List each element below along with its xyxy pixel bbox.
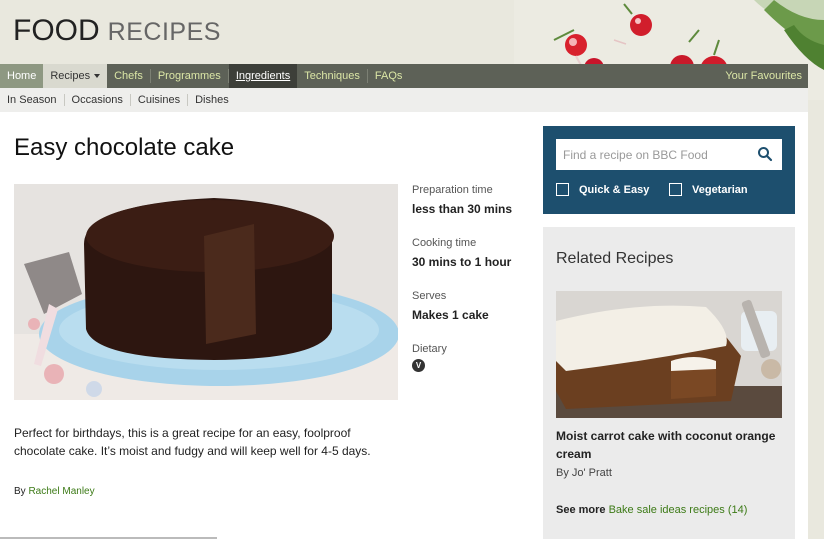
- recipe-description: Perfect for birthdays, this is a great r…: [14, 426, 371, 458]
- sub-nav: In Season Occasions Cuisines Dishes: [0, 88, 808, 112]
- related-recipe-author: By Jo' Pratt: [556, 467, 612, 479]
- nav-programmes[interactable]: Programmes: [151, 69, 229, 83]
- recipe-byline: By Rachel Manley: [14, 486, 95, 497]
- filter-vegetarian[interactable]: Vegetarian: [669, 183, 748, 196]
- byline-prefix: By: [14, 486, 26, 497]
- fact-dietary: Dietary V: [412, 343, 532, 396]
- nav-recipes[interactable]: Recipes: [43, 64, 108, 88]
- site-logo[interactable]: FOOD RECIPES: [13, 14, 221, 48]
- chevron-down-icon: [94, 74, 101, 79]
- related-recipe-title[interactable]: Moist carrot cake with coconut orange cr…: [556, 427, 782, 463]
- filter-label: Quick & Easy: [579, 183, 650, 196]
- page-title: Easy chocolate cake: [14, 134, 235, 161]
- subnav-occasions[interactable]: Occasions: [65, 94, 131, 106]
- main-content: Easy chocolate cake Preparation time les…: [0, 112, 808, 539]
- filter-label: Vegetarian: [692, 183, 748, 196]
- fact-value: Makes 1 cake: [412, 308, 489, 322]
- nav-your-favourites[interactable]: Your Favourites: [725, 70, 802, 82]
- recipe-hero-image: [14, 184, 398, 400]
- recipe-search-panel: Quick & Easy Vegetarian: [543, 126, 795, 214]
- fact-value: less than 30 mins: [412, 202, 513, 216]
- see-more-label: See more: [556, 504, 606, 516]
- fact-preparation-time: Preparation time less than 30 mins: [412, 184, 532, 237]
- related-recipes-panel: Related Recipes Moist carrot cake with c…: [543, 227, 795, 539]
- recipe-facts: Preparation time less than 30 mins Cooki…: [412, 184, 532, 396]
- nav-home[interactable]: Home: [0, 64, 44, 88]
- nav-ingredients[interactable]: Ingredients: [228, 64, 298, 88]
- subnav-in-season[interactable]: In Season: [0, 94, 65, 106]
- quick-easy-checkbox[interactable]: [556, 183, 569, 196]
- nav-chefs[interactable]: Chefs: [107, 69, 151, 83]
- subnav-dishes[interactable]: Dishes: [188, 94, 236, 106]
- see-more: See more Bake sale ideas recipes (14): [556, 504, 747, 516]
- filter-quick-easy[interactable]: Quick & Easy: [556, 183, 649, 196]
- nav-techniques[interactable]: Techniques: [297, 69, 368, 83]
- fact-cooking-time: Cooking time 30 mins to 1 hour: [412, 237, 532, 290]
- fact-label: Dietary: [412, 343, 447, 355]
- main-nav: Home Recipes Chefs Programmes Ingredient…: [0, 64, 808, 88]
- vegetarian-icon[interactable]: V: [412, 359, 425, 372]
- nav-faqs[interactable]: FAQs: [368, 69, 410, 83]
- author-link[interactable]: Rachel Manley: [28, 486, 94, 497]
- related-heading: Related Recipes: [556, 250, 674, 267]
- fact-value: 30 mins to 1 hour: [412, 255, 512, 269]
- search-icon[interactable]: [757, 146, 773, 162]
- subnav-cuisines[interactable]: Cuisines: [131, 94, 189, 106]
- logo-recipes: RECIPES: [107, 18, 221, 46]
- fact-label: Serves: [412, 290, 447, 302]
- related-recipe-image[interactable]: [556, 291, 782, 418]
- site-header: FOOD RECIPES: [0, 0, 824, 100]
- fact-label: Cooking time: [412, 237, 477, 249]
- vegetarian-checkbox[interactable]: [669, 183, 682, 196]
- fact-label: Preparation time: [412, 184, 493, 196]
- search-input[interactable]: [556, 139, 782, 170]
- nav-recipes-label: Recipes: [50, 70, 91, 82]
- see-more-link[interactable]: Bake sale ideas recipes (14): [609, 504, 748, 516]
- fact-serves: Serves Makes 1 cake: [412, 290, 532, 343]
- logo-food: FOOD: [13, 14, 100, 47]
